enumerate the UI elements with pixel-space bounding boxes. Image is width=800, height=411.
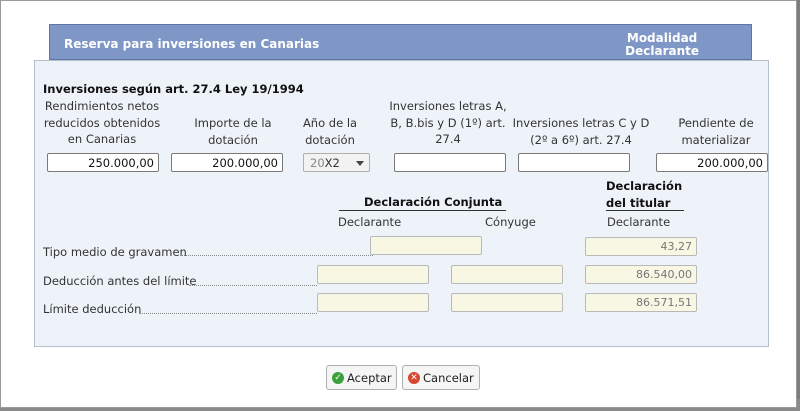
dialog-title: Reserva para inversiones en Canarias	[64, 37, 320, 51]
col5-line1: Inversiones letras C y D	[512, 116, 650, 130]
col1-line3: en Canarias	[67, 132, 137, 146]
anio-prefix: 20	[310, 156, 325, 170]
col1-line1: Rendimientos netos	[44, 99, 160, 113]
col-header-importe: Importe de la dotación	[175, 115, 291, 148]
modalidad-line2: Declarante	[625, 44, 699, 58]
titular-underline	[606, 210, 684, 211]
deduccion-antes-declarante-field[interactable]	[317, 265, 429, 284]
col6-line1: Pendiente de	[678, 116, 754, 130]
col2-line2: dotación	[208, 132, 258, 147]
col-header-anio: Año de la dotación	[295, 115, 365, 148]
check-circle-icon: ✓	[332, 371, 344, 384]
inversiones-cd-input[interactable]	[518, 153, 630, 172]
limite-conyuge-field[interactable]	[451, 293, 563, 312]
section-title: Inversiones según art. 27.4 Ley 19/1994	[43, 82, 304, 96]
cancel-button[interactable]: ✕ Cancelar	[402, 365, 480, 390]
col-header-pendiente: Pendiente de materializar	[661, 115, 771, 148]
col3-line2: dotación	[305, 132, 355, 147]
cancel-circle-icon: ✕	[408, 371, 420, 384]
chevron-down-icon[interactable]	[356, 161, 364, 166]
row-leader-dots	[181, 255, 373, 256]
tipo-medio-titular-field[interactable]: 43,27	[585, 237, 697, 256]
anio-suffix: X2	[324, 156, 340, 170]
col1-line2: reducidos obtenidos	[43, 115, 161, 130]
inversiones-ab-input[interactable]	[394, 153, 506, 172]
accept-label: Aceptar	[347, 370, 392, 385]
subheader-declarante-titular: Declarante	[607, 215, 671, 229]
col4-line3: 27.4	[435, 132, 461, 146]
deduccion-antes-titular-field[interactable]: 86.540,00	[585, 265, 697, 284]
subheader-declarante: Declarante	[338, 215, 402, 229]
col5-line2: (2º a 6º) art. 27.4	[530, 132, 632, 147]
limite-titular-field[interactable]: 86.571,51	[585, 293, 697, 312]
row-label-limite-deduccion: Límite deducción	[43, 302, 142, 316]
anio-value: 20X2	[310, 156, 340, 170]
pendiente-materializar-input[interactable]: 200.000,00	[656, 153, 768, 172]
tipo-medio-conjunta-field[interactable]	[370, 236, 482, 255]
dialog-header: Reserva para inversiones en Canarias Mod…	[49, 24, 752, 60]
col-header-inv-ab: Inversiones letras A, B, B.bis y D (1º) …	[387, 98, 509, 148]
col-header-rendimientos: Rendimientos netos reducidos obtenidos e…	[37, 98, 167, 148]
row-leader-dots	[139, 313, 317, 314]
row-label-tipo-medio: Tipo medio de gravamen	[43, 245, 187, 259]
col4-line1: Inversiones letras A,	[389, 99, 507, 113]
conjunta-underline	[339, 210, 506, 211]
cancel-label: Cancelar	[423, 370, 474, 385]
deduccion-antes-conyuge-field[interactable]	[451, 265, 563, 284]
row-label-deduccion-antes: Deducción antes del límite	[43, 274, 197, 288]
col3-line1: Año de la	[302, 116, 358, 130]
col6-line2: materializar	[681, 132, 751, 147]
modalidad-label: Modalidad Declarante	[625, 32, 699, 58]
importe-dotacion-input[interactable]: 200.000,00	[171, 153, 283, 172]
col4-line2: B, B.bis y D (1º) art.	[390, 115, 506, 130]
col2-line1: Importe de la	[194, 116, 272, 130]
dialog-window: Reserva para inversiones en Canarias Mod…	[0, 0, 797, 408]
subheader-conyuge: Cónyuge	[485, 215, 536, 229]
limite-declarante-field[interactable]	[317, 293, 429, 312]
declaracion-titular-label: Declaración del titular	[606, 178, 682, 212]
row-leader-dots	[189, 285, 317, 286]
declaracion-conjunta-label: Declaración Conjunta	[364, 195, 503, 209]
titular-line1: Declaración	[606, 179, 683, 193]
rendimientos-input[interactable]: 250.000,00	[47, 153, 159, 172]
anio-dotacion-select[interactable]: 20X2	[303, 153, 370, 172]
accept-button[interactable]: ✓ Aceptar	[326, 365, 397, 390]
col-header-inv-cd: Inversiones letras C y D (2º a 6º) art. …	[509, 115, 653, 148]
